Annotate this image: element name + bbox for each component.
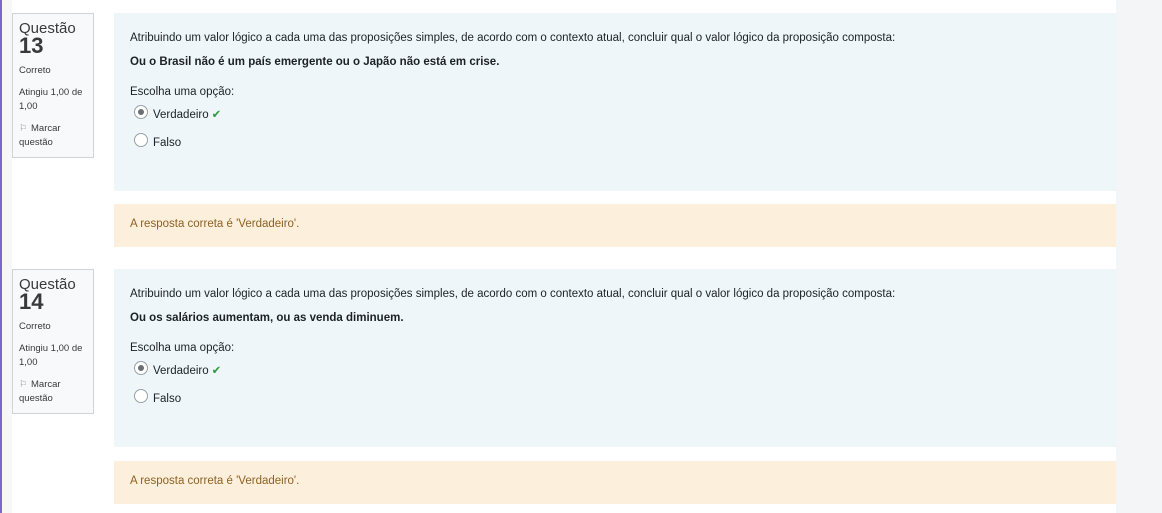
question-text: Atribuindo um valor lógico a cada uma da… (130, 32, 896, 44)
correct-answer-feedback: A resposta correta é 'Verdadeiro'. (130, 218, 300, 230)
feedback-14: A resposta correta é 'Verdadeiro'. (114, 461, 1116, 504)
option-label: Verdadeiro (153, 109, 209, 121)
answer-options: Verdadeiro ✔ Falso (130, 105, 1100, 161)
question-info-14: Questão 14 Correto Atingiu 1,00 de 1,00 … (12, 269, 94, 414)
option-verdadeiro[interactable]: Verdadeiro ✔ (130, 105, 1100, 133)
radio-falso[interactable] (134, 133, 148, 147)
check-icon: ✔ (211, 365, 222, 377)
question-grade: Atingiu 1,00 de 1,00 (19, 87, 83, 112)
question-number: 13 (19, 33, 44, 58)
question-info-13: Questão 13 Correto Atingiu 1,00 de 1,00 … (12, 13, 94, 158)
radio-verdadeiro[interactable] (134, 361, 148, 375)
flag-icon: ⚐ (19, 379, 28, 389)
flag-icon: ⚐ (19, 123, 28, 133)
answer-prompt: Escolha uma opção: (130, 342, 235, 354)
question-text: Atribuindo um valor lógico a cada uma da… (130, 288, 896, 300)
option-falso[interactable]: Falso (130, 389, 1100, 417)
feedback-13: A resposta correta é 'Verdadeiro'. (114, 204, 1116, 247)
question-formulation-14: Atribuindo um valor lógico a cada uma da… (114, 269, 1116, 447)
radio-verdadeiro[interactable] (134, 105, 148, 119)
answer-prompt: Escolha uma opção: (130, 86, 235, 98)
question-state: Correto (19, 65, 51, 76)
proposition-text: Ou os salários aumentam, ou as venda dim… (130, 312, 404, 324)
flag-question-link[interactable]: ⚐ Marcar questão (19, 377, 89, 406)
option-label: Falso (153, 393, 182, 405)
question-grade: Atingiu 1,00 de 1,00 (19, 343, 83, 368)
option-falso[interactable]: Falso (130, 133, 1100, 161)
option-label: Verdadeiro (153, 365, 209, 377)
right-gutter (1116, 0, 1162, 513)
check-icon: ✔ (211, 109, 222, 121)
left-gutter (2, 0, 12, 513)
flag-question-link[interactable]: ⚐ Marcar questão (19, 121, 89, 150)
option-label: Falso (153, 137, 182, 149)
correct-answer-feedback: A resposta correta é 'Verdadeiro'. (130, 475, 300, 487)
proposition-text: Ou o Brasil não é um país emergente ou o… (130, 56, 500, 68)
answer-options: Verdadeiro ✔ Falso (130, 361, 1100, 417)
option-verdadeiro[interactable]: Verdadeiro ✔ (130, 361, 1100, 389)
question-number: 14 (19, 289, 44, 314)
question-formulation-13: Atribuindo um valor lógico a cada uma da… (114, 13, 1116, 191)
question-state: Correto (19, 321, 51, 332)
radio-falso[interactable] (134, 389, 148, 403)
